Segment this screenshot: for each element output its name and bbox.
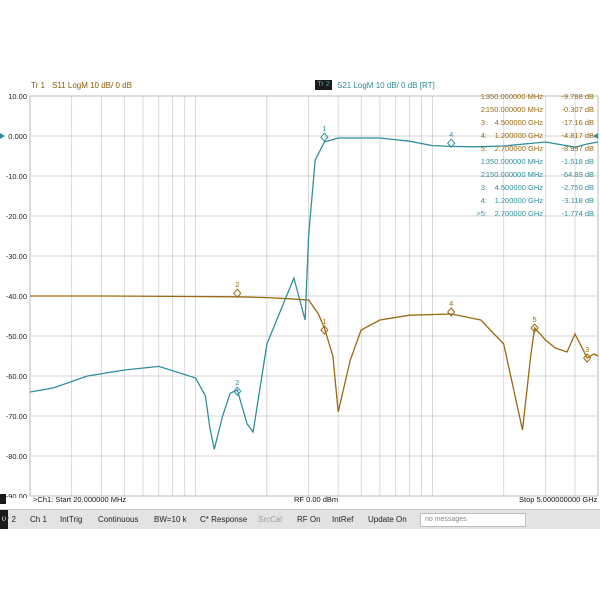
marker-label: 1: [322, 124, 326, 133]
status-bandwidth[interactable]: BW=10 k: [154, 515, 187, 524]
readout-id: 3:: [481, 183, 487, 192]
status-channel[interactable]: Ch 1: [30, 515, 47, 524]
marker-label: 4: [449, 130, 453, 139]
trace-chart[interactable]: 10.00 0.000 -10.00 -20.00 -30.00 -40.00 -50.00…: [0, 88, 600, 498]
status-trigger[interactable]: IntTrig: [60, 515, 82, 524]
marker-label: 5: [533, 315, 537, 324]
reference-left-icon: [0, 133, 5, 139]
status-update[interactable]: Update On: [368, 515, 407, 524]
y-tick-label: -20.00: [6, 212, 27, 221]
marker-label: 4: [449, 299, 453, 308]
status-rf-power[interactable]: RF On: [297, 515, 321, 524]
frequency-axis-bar: >Ch1: Start 20.000000 MHz RF 0.00 dBm St…: [0, 494, 600, 504]
readout-frequency: 4.500000 GHz: [495, 183, 544, 192]
status-active-trace[interactable]: Tr 2: [2, 515, 16, 524]
readout-frequency: 2.700000 GHz: [495, 144, 544, 153]
readout-id: 5:: [481, 144, 487, 153]
readout-value: -4.817 dB: [561, 131, 594, 140]
marker-label: 2: [235, 378, 239, 387]
source-power[interactable]: RF 0.00 dBm: [294, 495, 338, 504]
stop-frequency[interactable]: Stop 5.000000000 GHz: [519, 495, 597, 504]
y-tick-label: 10.00: [8, 92, 27, 101]
y-tick-label: -30.00: [6, 252, 27, 261]
readout-id: >5:: [476, 209, 487, 218]
readout-frequency: 350.000000 MHz: [486, 92, 543, 101]
readout-frequency: 150.000000 MHz: [486, 105, 543, 114]
readout-value: -1.774 dB: [561, 209, 594, 218]
y-tick-label: -70.00: [6, 412, 27, 421]
readout-value: -9.788 dB: [561, 92, 594, 101]
y-tick-label: -10.00: [6, 172, 27, 181]
readout-frequency: 150.000000 MHz: [486, 170, 543, 179]
start-frequency[interactable]: >Ch1: Start 20.000000 MHz: [33, 495, 126, 504]
status-correction[interactable]: C* Response: [200, 515, 247, 524]
y-tick-label: -40.00: [6, 292, 27, 301]
readout-value: -17.16 dB: [561, 118, 594, 127]
readout-value: -2.750 dB: [561, 183, 594, 192]
y-tick-label: -80.00: [6, 452, 27, 461]
y-tick-label: -60.00: [6, 372, 27, 381]
readout-id: 3:: [481, 118, 487, 127]
readout-id: 4:: [481, 196, 487, 205]
y-tick-label: 0.000: [8, 132, 27, 141]
readout-frequency: 4.500000 GHz: [495, 118, 544, 127]
readout-value: -8.997 dB: [561, 144, 594, 153]
readout-id: 4:: [481, 131, 487, 140]
status-bar: 0 Tr 2 Ch 1 IntTrig Continuous BW=10 k C…: [0, 509, 600, 529]
readout-value: -1.518 dB: [561, 157, 594, 166]
status-sweep-mode[interactable]: Continuous: [98, 515, 138, 524]
status-reference[interactable]: IntRef: [332, 515, 353, 524]
messages-box: no messages: [420, 513, 526, 527]
vna-screen: Tr 1 S11 LogM 10 dB/ 0 dB Tr 2 S21 LogM …: [0, 0, 600, 600]
marker-label: 2: [235, 280, 239, 289]
readout-value: -64.89 dB: [561, 170, 594, 179]
readout-frequency: 1.200000 GHz: [495, 131, 544, 140]
readout-frequency: 350.000000 MHz: [486, 157, 543, 166]
readout-frequency: 1.200000 GHz: [495, 196, 544, 205]
marker-label: 1: [322, 317, 326, 326]
readout-value: -3.118 dB: [562, 196, 594, 205]
y-tick-label: -50.00: [6, 332, 27, 341]
status-source-cal[interactable]: SrcCal: [258, 515, 282, 524]
marker-label: 3: [585, 345, 589, 354]
readout-frequency: 2.700000 GHz: [495, 209, 544, 218]
readout-value: -0.307 dB: [561, 105, 594, 114]
